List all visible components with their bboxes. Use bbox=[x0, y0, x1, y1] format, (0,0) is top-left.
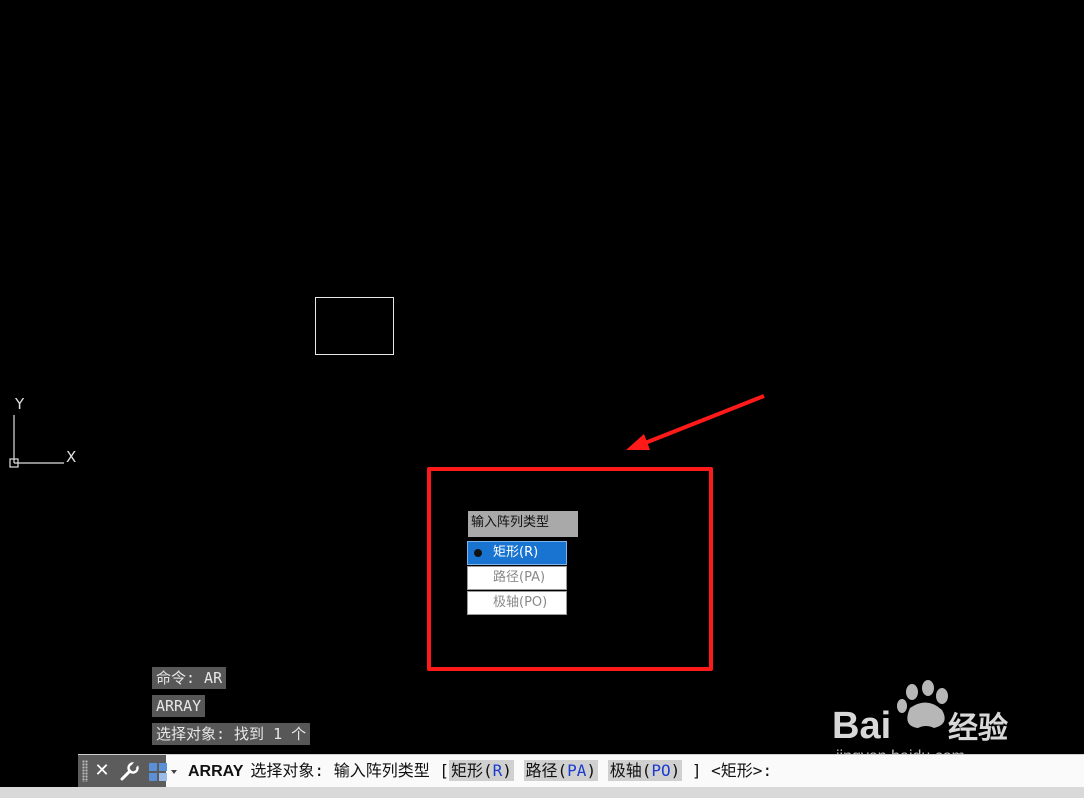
command-history: 命令: AR ARRAY 选择对象: 找到 1 个 bbox=[152, 667, 311, 751]
cmd-option-key: R bbox=[492, 761, 503, 780]
ucs-y-label: Y bbox=[14, 395, 25, 413]
selected-bullet-icon bbox=[474, 549, 482, 557]
cmd-option-label: 路径( bbox=[525, 761, 568, 780]
history-line: 命令: AR bbox=[152, 667, 227, 689]
command-text-after: ] <矩形>: bbox=[691, 761, 773, 780]
array-command-icon[interactable] bbox=[147, 761, 183, 783]
option-label: 极轴(PO) bbox=[493, 595, 548, 610]
watermark-logo-text: Bai bbox=[832, 705, 891, 747]
command-text-before: 选择对象: 输入阵列类型 [ bbox=[250, 761, 449, 780]
cmd-option-rectangular[interactable]: 矩形(R) bbox=[448, 760, 514, 781]
annotation-arrow bbox=[626, 394, 765, 450]
cmd-option-key: PA bbox=[567, 761, 587, 780]
cmd-option-close: ) bbox=[586, 761, 597, 780]
option-label: 路径(PA) bbox=[493, 570, 546, 585]
cmd-option-path[interactable]: 路径(PA) bbox=[523, 760, 599, 781]
option-path[interactable]: 路径(PA) bbox=[467, 566, 567, 590]
cmd-option-label: 矩形( bbox=[450, 761, 493, 780]
option-rectangular[interactable]: 矩形(R) bbox=[467, 541, 567, 565]
option-label: 矩形(R) bbox=[493, 545, 539, 560]
drawn-rectangle[interactable] bbox=[315, 297, 394, 355]
command-line-bar[interactable]: ✕ ARRAY 选择对象: 输入阵列类型 [矩形(R) 路径(PA) 极轴(PO)… bbox=[78, 754, 1084, 788]
cmd-option-close: ) bbox=[502, 761, 512, 780]
close-icon[interactable]: ✕ bbox=[92, 759, 112, 783]
grip-handle-icon[interactable] bbox=[82, 760, 88, 782]
history-line: ARRAY bbox=[152, 695, 206, 717]
cmd-option-key: PO bbox=[651, 761, 671, 780]
svg-text:经验: 经验 bbox=[948, 711, 1008, 746]
command-prompt-text[interactable]: ARRAY 选择对象: 输入阵列类型 [矩形(R) 路径(PA) 极轴(PO) ]… bbox=[188, 755, 772, 788]
wrench-icon[interactable] bbox=[118, 761, 140, 783]
array-type-options: 矩形(R) 路径(PA) 极轴(PO) bbox=[467, 541, 567, 615]
option-polar[interactable]: 极轴(PO) bbox=[467, 591, 567, 615]
ucs-x-label: X bbox=[66, 448, 76, 466]
status-bar-strip bbox=[0, 787, 1084, 798]
ucs-icon: Y X bbox=[9, 395, 76, 468]
cmd-option-close: ) bbox=[670, 761, 681, 780]
command-name: ARRAY bbox=[188, 763, 244, 780]
cmd-option-label: 极轴( bbox=[609, 761, 652, 780]
dynamic-input-prompt-title: 输入阵列类型 bbox=[468, 511, 578, 537]
history-line: 选择对象: 找到 1 个 bbox=[152, 723, 311, 745]
cmd-option-polar[interactable]: 极轴(PO) bbox=[607, 760, 683, 781]
drawing-canvas[interactable]: Y X 输入阵列类型 矩形(R) 路径(PA) 极轴(PO) 命令: AR AR… bbox=[0, 0, 1084, 798]
